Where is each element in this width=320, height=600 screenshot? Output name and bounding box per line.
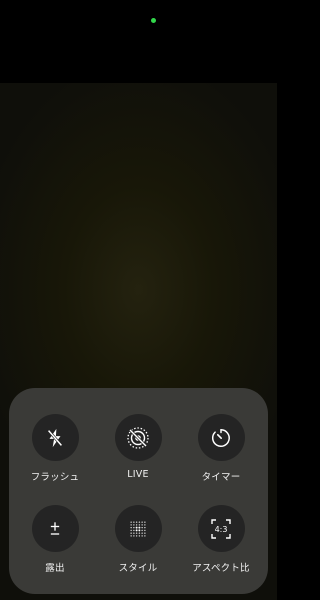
live-label: LIVE bbox=[127, 469, 149, 480]
exposure-button[interactable] bbox=[31, 505, 79, 552]
timer-icon bbox=[210, 427, 232, 449]
styles-button[interactable] bbox=[114, 505, 162, 552]
exposure-control[interactable]: 露出 bbox=[15, 505, 95, 574]
flash-label: フラッシュ bbox=[30, 472, 80, 483]
live-button[interactable] bbox=[114, 414, 162, 461]
styles-label: スタイル bbox=[118, 563, 158, 574]
timer-control[interactable]: タイマー bbox=[181, 414, 261, 483]
timer-label: タイマー bbox=[201, 472, 241, 483]
camera-controls-panel: フラッシュ LIVE タイマー 露出 スタイル 4:3 アスペクト比 bbox=[9, 388, 268, 594]
aspect-ratio-button[interactable]: 4:3 bbox=[197, 505, 245, 552]
styles-control[interactable]: スタイル bbox=[98, 505, 178, 574]
flash-off-icon bbox=[44, 427, 66, 449]
live-photo-off-icon bbox=[126, 426, 150, 450]
svg-text:4:3: 4:3 bbox=[215, 525, 228, 534]
photographic-styles-grid-icon bbox=[127, 518, 149, 540]
flash-control[interactable]: フラッシュ bbox=[15, 414, 95, 483]
exposure-label: 露出 bbox=[45, 563, 65, 574]
flash-button[interactable] bbox=[31, 414, 79, 461]
camera-in-use-indicator bbox=[151, 18, 156, 23]
exposure-plus-minus-icon bbox=[45, 519, 65, 539]
live-control[interactable]: LIVE bbox=[98, 414, 178, 480]
timer-button[interactable] bbox=[197, 414, 245, 461]
aspect-ratio-control[interactable]: 4:3 アスペクト比 bbox=[181, 505, 261, 574]
aspect-ratio-label: アスペクト比 bbox=[192, 563, 250, 574]
aspect-ratio-4-3-icon: 4:3 bbox=[209, 517, 233, 541]
